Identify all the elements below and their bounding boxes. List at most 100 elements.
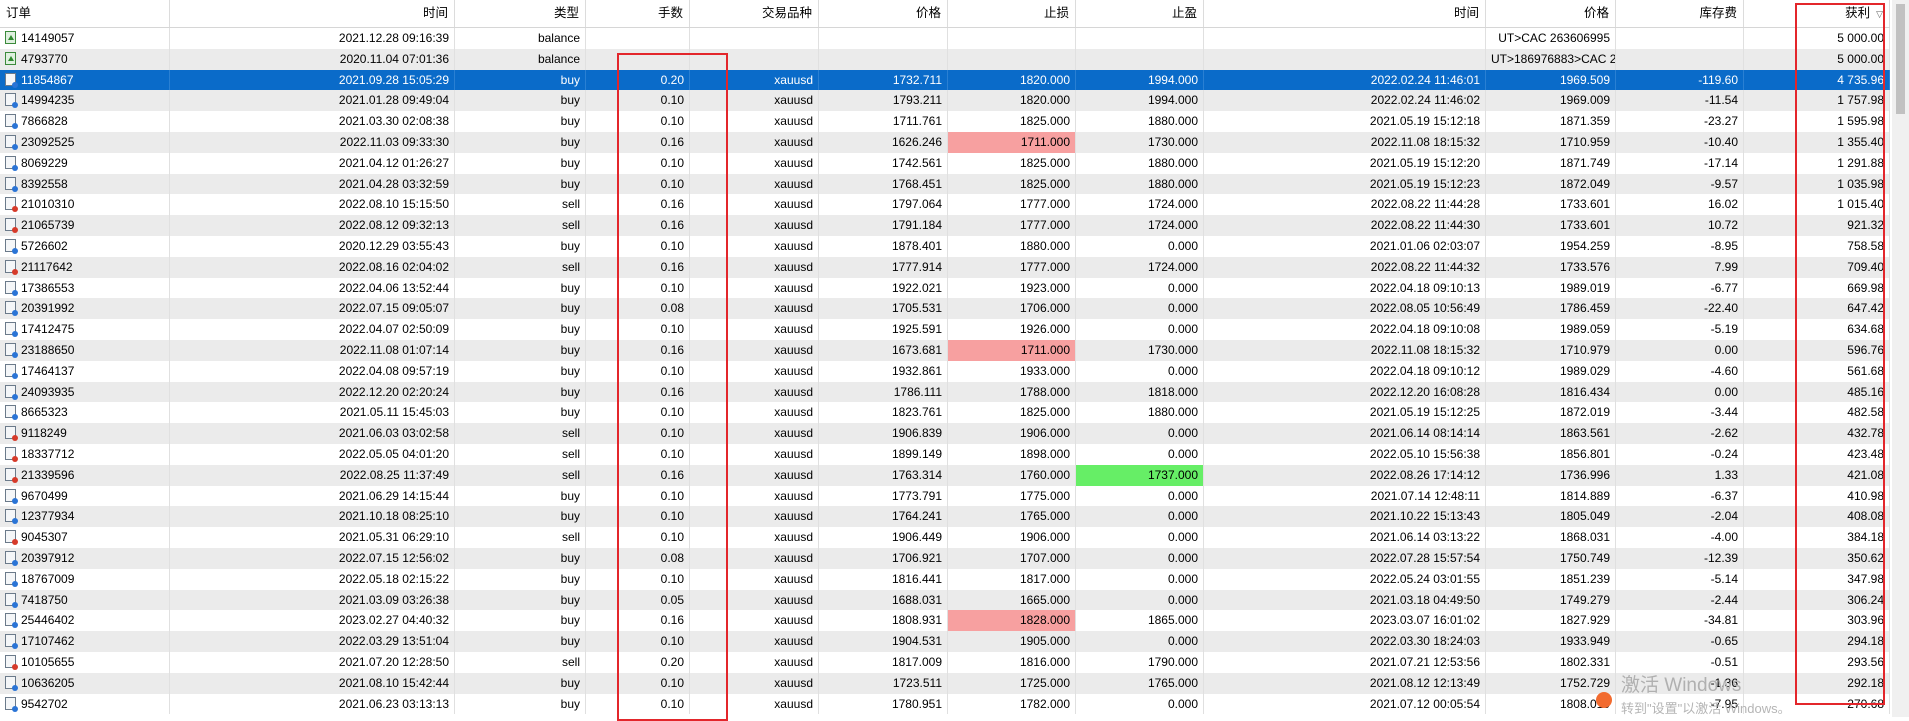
col-header-swap[interactable]: 库存费 <box>1616 0 1744 27</box>
cell-open-price: 1899.149 <box>819 443 948 465</box>
table-row[interactable]: 17412475 2022.04.07 02:50:09 buy 0.10 xauusd… <box>0 319 1890 340</box>
cell-close-time: 2022.04.18 09:10:13 <box>1204 277 1486 299</box>
cell-text: 0.10 <box>660 238 684 253</box>
cell-open-time: 2021.10.18 08:25:10 <box>170 506 455 528</box>
cell-open-time: 2022.07.15 09:05:07 <box>170 298 455 320</box>
cell-type: buy <box>455 506 586 528</box>
col-header-open-time[interactable]: 时间 <box>170 0 455 27</box>
table-row[interactable]: 5726602 2020.12.29 03:55:43 buy 0.10 xauusd 1… <box>0 235 1890 257</box>
table-row[interactable]: 25446402 2023.02.27 04:40:32 buy 0.16 xauusd… <box>0 610 1890 632</box>
col-header-close-time[interactable]: 时间 <box>1204 0 1486 27</box>
cell-profit: 384.18 <box>1744 527 1890 548</box>
cell-take-profit: 1730.000 <box>1076 339 1204 361</box>
table-row[interactable]: 21010310 2022.08.10 15:15:50 sell 0.16 xauus… <box>0 194 1890 216</box>
cell-text: 21339596 <box>21 467 75 482</box>
cell-swap: 1.33 <box>1616 464 1744 486</box>
cell-text: 1851.239 <box>1559 571 1610 586</box>
cell-text: 1827.929 <box>1559 613 1610 628</box>
cell-text: 0.10 <box>660 155 684 170</box>
table-row[interactable]: 12377934 2021.10.18 08:25:10 buy 0.10 xauusd… <box>0 506 1890 528</box>
table-row[interactable]: 9118249 2021.06.03 03:02:58 sell 0.10 xauusd… <box>0 423 1890 444</box>
col-header-symbol[interactable]: 交易品种 <box>690 0 819 27</box>
table-row[interactable]: 8069229 2021.04.12 01:26:27 buy 0.10 xauusd 1… <box>0 152 1890 174</box>
cell-stop-loss: 1820.000 <box>948 90 1076 112</box>
cell-text: 1863.561 <box>1559 426 1610 441</box>
cell-take-profit: 0.000 <box>1076 423 1204 444</box>
cell-text: 1777.000 <box>1019 218 1070 233</box>
col-header-open-price[interactable]: 价格 <box>819 0 948 27</box>
cell-order: 9045307 <box>0 527 170 548</box>
table-row[interactable]: 14149057 2021.12.28 09:16:39 balance UT>CAC… <box>0 28 1890 49</box>
table-row[interactable]: 10636205 2021.08.10 15:42:44 buy 0.10 xauusd… <box>0 672 1890 694</box>
col-header-take-profit[interactable]: 止盈 <box>1076 0 1204 27</box>
cell-volume: 0.10 <box>586 173 690 195</box>
table-row[interactable]: 21339596 2022.08.25 11:37:49 sell 0.16 xauus… <box>0 464 1890 486</box>
col-header-order[interactable]: 订单 <box>0 0 170 27</box>
cell-text: 0.000 <box>1167 446 1198 461</box>
col-header-type[interactable]: 类型 <box>455 0 586 27</box>
table-row[interactable]: 9670499 2021.06.29 14:15:44 buy 0.10 xauusd 1… <box>0 485 1890 507</box>
buy-order-icon <box>5 238 18 254</box>
table-row[interactable]: 4793770 2020.11.04 07:01:36 balance UT>1869… <box>0 48 1890 70</box>
cell-swap: -2.04 <box>1616 506 1744 528</box>
table-row[interactable]: 23092525 2022.11.03 09:33:30 buy 0.16 xauusd… <box>0 131 1890 153</box>
cell-order: 10636205 <box>0 672 170 694</box>
buy-order-icon <box>5 342 18 358</box>
cell-profit: 647.42 <box>1744 298 1890 320</box>
cell-volume: 0.10 <box>586 568 690 590</box>
table-row[interactable]: 20397912 2022.07.15 12:56:02 buy 0.08 xauusd… <box>0 547 1890 569</box>
col-header-close-price[interactable]: 价格 <box>1486 0 1616 27</box>
table-row[interactable]: 20391992 2022.07.15 09:05:07 buy 0.08 xauusd… <box>0 298 1890 320</box>
table-row[interactable]: 9045307 2021.05.31 06:29:10 sell 0.10 xauusd… <box>0 527 1890 548</box>
cell-text: -12.39 <box>1703 550 1738 565</box>
table-row[interactable]: 18337712 2022.05.05 04:01:20 sell 0.10 xauus… <box>0 443 1890 465</box>
cell-text: 2021.04.28 03:32:59 <box>338 176 449 191</box>
cell-text: 2021.06.14 08:14:14 <box>1369 426 1480 441</box>
vertical-scrollbar[interactable] <box>1892 0 1909 717</box>
cell-volume: 0.08 <box>586 547 690 569</box>
cell-text: xauusd <box>774 342 813 357</box>
table-row[interactable]: 7866828 2021.03.30 02:08:38 buy 0.10 xauusd 1… <box>0 111 1890 132</box>
cell-close-price: 1863.561 <box>1486 423 1616 444</box>
table-row[interactable]: 18767009 2022.05.18 02:15:22 buy 0.10 xauusd… <box>0 568 1890 590</box>
cell-volume: 0.16 <box>586 131 690 153</box>
table-row[interactable]: 8665323 2021.05.11 15:45:03 buy 0.10 xauusd 1… <box>0 402 1890 424</box>
cell-text: 21010310 <box>21 197 75 212</box>
table-row[interactable]: 14994235 2021.01.28 09:49:04 buy 0.10 xauusd… <box>0 90 1890 112</box>
table-row[interactable]: 11854867 2021.09.28 15:05:29 buy 0.20 xauusd… <box>0 69 1890 91</box>
cell-volume: 0.10 <box>586 506 690 528</box>
sort-descending-icon[interactable]: ▽ <box>1876 9 1883 19</box>
col-header-stop-loss[interactable]: 止损 <box>948 0 1076 27</box>
table-row[interactable]: 21117642 2022.08.16 02:04:02 sell 0.16 xauus… <box>0 256 1890 278</box>
cell-stop-loss: 1825.000 <box>948 402 1076 424</box>
table-row[interactable]: 8392558 2021.04.28 03:32:59 buy 0.10 xauusd 1… <box>0 173 1890 195</box>
cell-text: 0.10 <box>660 675 684 690</box>
cell-close-price: 1752.729 <box>1486 672 1616 694</box>
cell-type: buy <box>455 381 586 403</box>
cell-text: 2020.12.29 03:55:43 <box>338 238 449 253</box>
col-header-profit[interactable]: 获利 ▽ <box>1744 0 1890 27</box>
cell-text: 23188650 <box>21 342 75 357</box>
cell-close-price: 1786.459 <box>1486 298 1616 320</box>
table-row[interactable]: 10105655 2021.07.20 12:28:50 sell 0.20 xauus… <box>0 651 1890 673</box>
col-header-volume[interactable]: 手数 <box>586 0 690 27</box>
cell-type: buy <box>455 111 586 132</box>
table-row[interactable]: 23188650 2022.11.08 01:07:14 buy 0.16 xauusd… <box>0 339 1890 361</box>
table-row[interactable]: 7418750 2021.03.09 03:26:38 buy 0.05 xauusd 1… <box>0 589 1890 611</box>
table-row[interactable]: 17386553 2022.04.06 13:52:44 buy 0.10 xauusd… <box>0 277 1890 299</box>
cell-text: 634.68 <box>1847 322 1884 337</box>
cell-text: 16.02 <box>1707 197 1738 212</box>
cell-text: 17464137 <box>21 363 75 378</box>
cell-text: 1922.021 <box>891 280 942 295</box>
cell-text: 0.16 <box>660 197 684 212</box>
table-row[interactable]: 17464137 2022.04.08 09:57:19 buy 0.10 xauusd… <box>0 360 1890 382</box>
cell-take-profit: 0.000 <box>1076 235 1204 257</box>
cell-text: 1820.000 <box>1019 72 1070 87</box>
cell-text: xauusd <box>774 238 813 253</box>
table-row[interactable]: 21065739 2022.08.12 09:32:13 sell 0.16 xauus… <box>0 215 1890 236</box>
cell-volume: 0.10 <box>586 672 690 694</box>
table-row[interactable]: 24093935 2022.12.20 02:20:24 buy 0.16 xauusd… <box>0 381 1890 403</box>
cell-type: balance <box>455 48 586 70</box>
scrollbar-thumb[interactable] <box>1896 4 1905 114</box>
table-row[interactable]: 17107462 2022.03.29 13:51:04 buy 0.10 xauusd… <box>0 631 1890 652</box>
